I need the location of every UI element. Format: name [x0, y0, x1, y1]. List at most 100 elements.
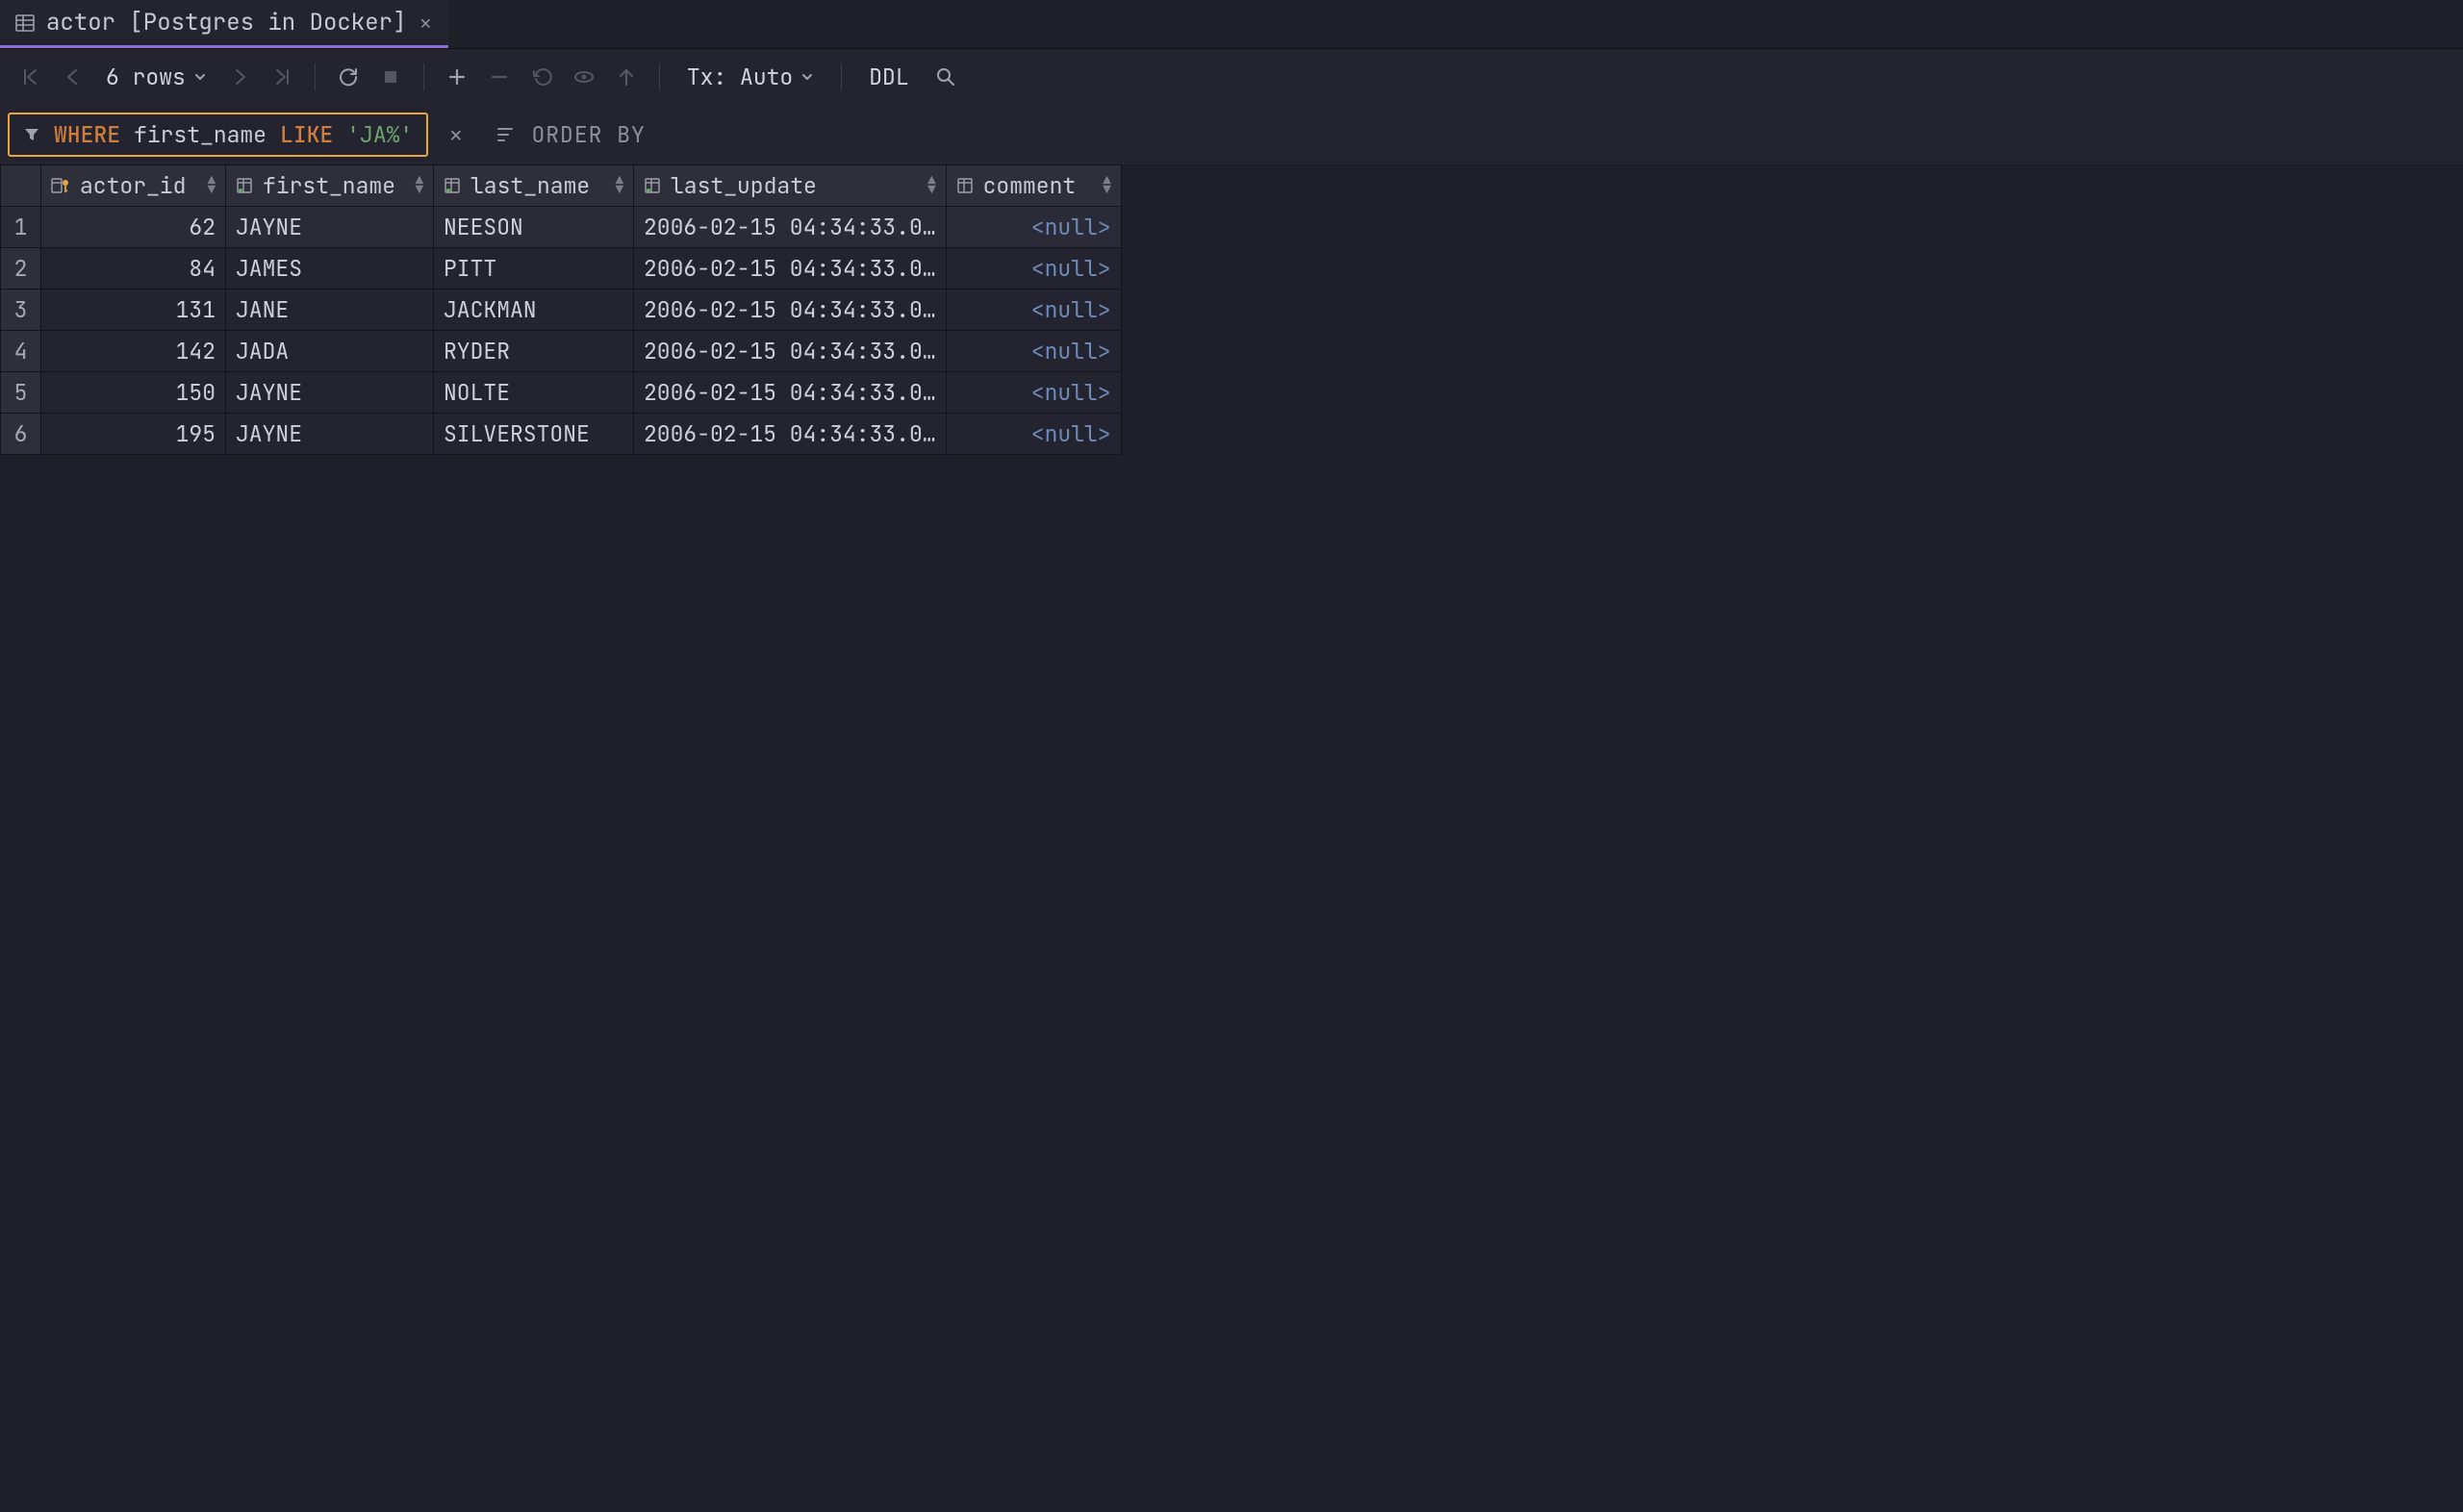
- tx-label: Tx: Auto: [687, 63, 793, 91]
- cell-last-update[interactable]: 2006-02-15 04:34:33.0…: [634, 248, 947, 290]
- separator: [315, 63, 316, 90]
- cell-first-name[interactable]: JANE: [226, 290, 434, 331]
- cell-last-name[interactable]: PITT: [434, 248, 634, 290]
- table-icon: [15, 13, 35, 33]
- column-icon: [236, 177, 253, 194]
- cell-first-name[interactable]: JADA: [226, 331, 434, 372]
- cell-comment[interactable]: <null>: [946, 331, 1121, 372]
- filter-bar: WHERE first_name LIKE 'JA%' ✕ ORDER BY: [0, 105, 2463, 164]
- cell-actor-id[interactable]: 195: [41, 414, 226, 455]
- cell-last-name[interactable]: NEESON: [434, 207, 634, 248]
- cell-last-update[interactable]: 2006-02-15 04:34:33.0…: [634, 207, 947, 248]
- filter-identifier: first_name: [134, 120, 267, 149]
- cell-actor-id[interactable]: 62: [41, 207, 226, 248]
- cell-comment[interactable]: <null>: [946, 290, 1121, 331]
- separator: [423, 63, 424, 90]
- cell-first-name[interactable]: JAYNE: [226, 207, 434, 248]
- row-number-cell[interactable]: 6: [1, 414, 41, 455]
- row-number-header[interactable]: [1, 165, 41, 207]
- cell-actor-id[interactable]: 150: [41, 372, 226, 414]
- cell-comment[interactable]: <null>: [946, 414, 1121, 455]
- column-icon: [956, 177, 974, 194]
- transaction-mode-dropdown[interactable]: Tx: Auto: [673, 63, 827, 91]
- cell-comment[interactable]: <null>: [946, 372, 1121, 414]
- row-number-cell[interactable]: 2: [1, 248, 41, 290]
- cell-actor-id[interactable]: 142: [41, 331, 226, 372]
- table-row[interactable]: 5150JAYNENOLTE2006-02-15 04:34:33.0…<nul…: [1, 372, 1122, 414]
- row-count-dropdown[interactable]: 6 rows: [96, 63, 216, 91]
- row-count-label: 6 rows: [106, 63, 186, 91]
- tab-bar: actor [Postgres in Docker] ✕: [0, 0, 2463, 49]
- where-filter-input[interactable]: WHERE first_name LIKE 'JA%': [8, 113, 428, 157]
- column-icon: [644, 177, 661, 194]
- sort-indicator: ▲▼: [1103, 176, 1110, 195]
- table-row[interactable]: 3131JANEJACKMAN2006-02-15 04:34:33.0…<nu…: [1, 290, 1122, 331]
- sort-icon: [496, 126, 518, 143]
- column-header-actor-id[interactable]: actor_id ▲▼: [41, 165, 226, 207]
- ddl-button[interactable]: DDL: [855, 63, 922, 91]
- cell-last-update[interactable]: 2006-02-15 04:34:33.0…: [634, 414, 947, 455]
- column-icon: [444, 177, 461, 194]
- last-page-button[interactable]: [263, 59, 301, 95]
- toolbar: 6 rows: [0, 49, 2463, 105]
- tab-actor[interactable]: actor [Postgres in Docker] ✕: [0, 0, 448, 48]
- column-label: first_name: [263, 171, 406, 200]
- chevron-down-icon: [800, 70, 814, 84]
- cell-last-name[interactable]: NOLTE: [434, 372, 634, 414]
- preview-changes-button[interactable]: [565, 59, 603, 95]
- cell-first-name[interactable]: JAYNE: [226, 414, 434, 455]
- row-number-cell[interactable]: 5: [1, 372, 41, 414]
- sort-indicator: ▲▼: [416, 176, 423, 195]
- submit-button[interactable]: [607, 59, 646, 95]
- first-page-button[interactable]: [12, 59, 50, 95]
- table-row[interactable]: 162JAYNENEESON2006-02-15 04:34:33.0…<nul…: [1, 207, 1122, 248]
- cell-last-name[interactable]: JACKMAN: [434, 290, 634, 331]
- row-number-cell[interactable]: 3: [1, 290, 41, 331]
- cell-comment[interactable]: <null>: [946, 207, 1121, 248]
- cell-first-name[interactable]: JAYNE: [226, 372, 434, 414]
- column-label: last_name: [470, 171, 606, 200]
- cell-first-name[interactable]: JAMES: [226, 248, 434, 290]
- cell-last-update[interactable]: 2006-02-15 04:34:33.0…: [634, 372, 947, 414]
- table-row[interactable]: 6195JAYNESILVERSTONE2006-02-15 04:34:33.…: [1, 414, 1122, 455]
- prev-page-button[interactable]: [54, 59, 92, 95]
- table-row[interactable]: 284JAMESPITT2006-02-15 04:34:33.0…<null>: [1, 248, 1122, 290]
- row-number-cell[interactable]: 4: [1, 331, 41, 372]
- cell-last-update[interactable]: 2006-02-15 04:34:33.0…: [634, 331, 947, 372]
- column-header-last-update[interactable]: last_update ▲▼: [634, 165, 947, 207]
- next-page-button[interactable]: [220, 59, 259, 95]
- revert-button[interactable]: [522, 59, 561, 95]
- separator: [659, 63, 660, 90]
- column-header-first-name[interactable]: first_name ▲▼: [226, 165, 434, 207]
- cell-last-update[interactable]: 2006-02-15 04:34:33.0…: [634, 290, 947, 331]
- filter-icon: [23, 126, 40, 143]
- cell-actor-id[interactable]: 131: [41, 290, 226, 331]
- cell-comment[interactable]: <null>: [946, 248, 1121, 290]
- order-by-input[interactable]: ORDER BY: [483, 113, 658, 157]
- search-button[interactable]: [927, 59, 965, 95]
- column-label: actor_id: [80, 171, 198, 200]
- column-label: comment: [983, 171, 1094, 200]
- column-header-last-name[interactable]: last_name ▲▼: [434, 165, 634, 207]
- order-by-label: ORDER BY: [531, 120, 645, 149]
- sort-indicator: ▲▼: [927, 176, 935, 195]
- cell-actor-id[interactable]: 84: [41, 248, 226, 290]
- table-row[interactable]: 4142JADARYDER2006-02-15 04:34:33.0…<null…: [1, 331, 1122, 372]
- chevron-down-icon: [193, 70, 207, 84]
- add-row-button[interactable]: [438, 59, 476, 95]
- delete-row-button[interactable]: [480, 59, 519, 95]
- results-table: actor_id ▲▼ first_name ▲▼: [0, 164, 2463, 455]
- clear-filter-button[interactable]: ✕: [440, 121, 471, 149]
- like-keyword: LIKE: [280, 120, 333, 149]
- pk-column-icon: [51, 177, 70, 194]
- cell-last-name[interactable]: RYDER: [434, 331, 634, 372]
- column-label: last_update: [671, 171, 918, 200]
- stop-button[interactable]: [371, 59, 410, 95]
- refresh-button[interactable]: [329, 59, 368, 95]
- row-number-cell[interactable]: 1: [1, 207, 41, 248]
- filter-value: 'JA%': [346, 120, 413, 149]
- column-header-comment[interactable]: comment ▲▼: [946, 165, 1121, 207]
- close-icon[interactable]: ✕: [418, 11, 433, 36]
- cell-last-name[interactable]: SILVERSTONE: [434, 414, 634, 455]
- separator: [841, 63, 842, 90]
